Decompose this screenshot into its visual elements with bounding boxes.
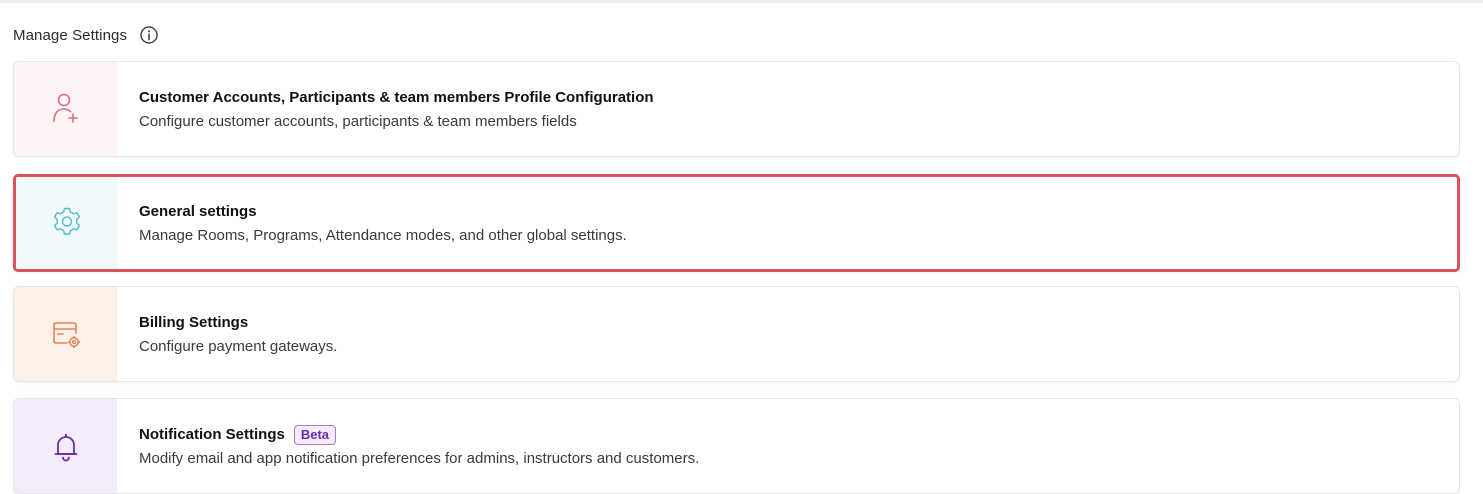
card-title: Notification Settings — [139, 425, 285, 443]
card-title-row: Notification Settings Beta — [139, 424, 699, 445]
card-title: General settings — [139, 202, 257, 220]
page-title: Manage Settings — [13, 26, 128, 44]
settings-card-profile-configuration[interactable]: Customer Accounts, Participants & team m… — [13, 61, 1460, 157]
card-description: Manage Rooms, Programs, Attendance modes… — [139, 226, 627, 244]
settings-card-billing-settings[interactable]: Billing Settings Configure payment gatew… — [13, 286, 1460, 382]
bell-icon — [54, 433, 77, 462]
card-description: Configure customer accounts, participant… — [139, 112, 577, 130]
beta-badge: Beta — [293, 424, 337, 445]
gear-icon — [53, 207, 80, 235]
icon-panel — [14, 287, 117, 381]
manage-settings-header: Manage Settings — [13, 24, 159, 46]
billing-gear-icon — [52, 322, 80, 348]
top-divider — [0, 0, 1483, 3]
icon-panel — [14, 62, 117, 156]
card-title: Billing Settings — [139, 313, 249, 331]
icon-panel — [16, 177, 117, 269]
settings-card-notification-settings[interactable]: Notification Settings Beta Modify email … — [13, 398, 1460, 494]
info-icon[interactable] — [139, 25, 159, 45]
user-plus-icon — [52, 93, 78, 123]
card-description: Configure payment gateways. — [139, 337, 338, 355]
settings-card-general-settings[interactable]: General settings Manage Rooms, Programs,… — [13, 174, 1460, 272]
card-title: Customer Accounts, Participants & team m… — [139, 88, 654, 106]
card-description: Modify email and app notification prefer… — [139, 449, 700, 467]
icon-panel — [14, 399, 117, 493]
